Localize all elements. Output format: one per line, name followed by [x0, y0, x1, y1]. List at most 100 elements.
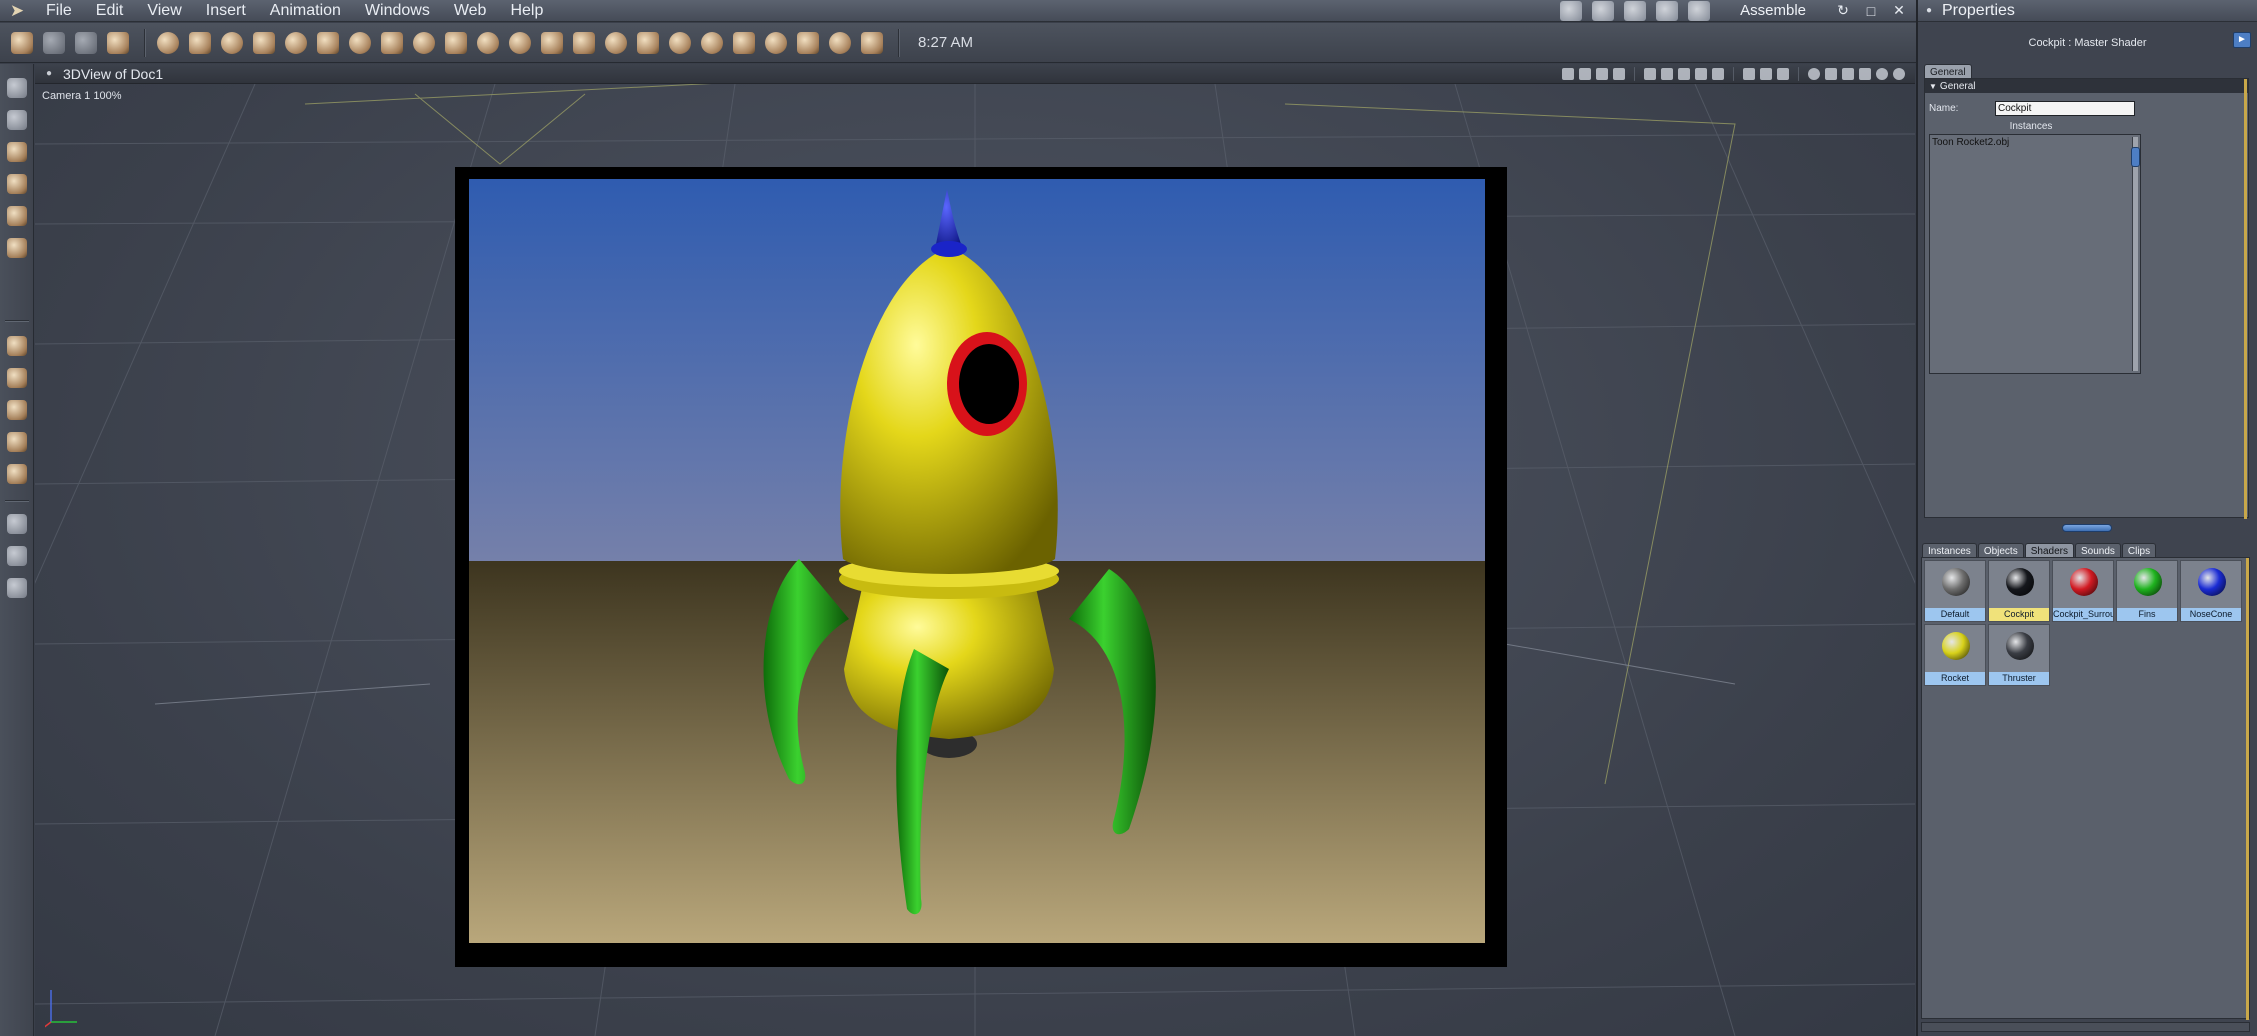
- menu-web[interactable]: Web: [442, 0, 499, 22]
- bowl-primitive-icon[interactable]: [666, 29, 694, 57]
- lights-icon[interactable]: [1808, 67, 1820, 80]
- camera-icon[interactable]: [5, 512, 29, 536]
- restore-icon[interactable]: ↻: [1834, 2, 1852, 19]
- rotate-gizmo-icon[interactable]: [5, 398, 29, 422]
- viewport-close-icon[interactable]: ●: [41, 68, 57, 79]
- text-primitive-icon[interactable]: [314, 29, 342, 57]
- shield-half-icon[interactable]: [1760, 67, 1772, 80]
- list-item[interactable]: Toon Rocket2.obj: [1930, 135, 2140, 150]
- box-bounds-icon[interactable]: [1825, 67, 1837, 80]
- shader-tile[interactable]: Default: [1924, 560, 1986, 622]
- camera-settings-icon[interactable]: [1562, 67, 1574, 80]
- solid-box-icon[interactable]: [1859, 67, 1871, 80]
- room-hand-icon[interactable]: [1560, 0, 1583, 21]
- wave-primitive-icon[interactable]: [442, 29, 470, 57]
- plane-primitive-icon[interactable]: [538, 29, 566, 57]
- panel-splitter[interactable]: [1916, 524, 2257, 532]
- wireframe-icon[interactable]: [1842, 67, 1854, 80]
- menu-view[interactable]: View: [135, 0, 193, 22]
- cylinder-primitive-icon[interactable]: [186, 29, 214, 57]
- sphere-primitive-icon[interactable]: [154, 29, 182, 57]
- shield-icon[interactable]: [1743, 67, 1755, 80]
- collapse-triangle-icon[interactable]: ▼: [1929, 82, 1937, 91]
- room-cube-icon[interactable]: [1688, 0, 1711, 21]
- splitter-handle[interactable]: [2061, 524, 2112, 532]
- shield-check-icon[interactable]: [1777, 67, 1789, 80]
- room-tool-icon[interactable]: [1592, 0, 1615, 21]
- camera-type-icon[interactable]: [1579, 67, 1591, 80]
- tree-primitive-icon[interactable]: [410, 29, 438, 57]
- room-pen-icon[interactable]: [1656, 0, 1679, 21]
- layout-split-v-icon[interactable]: [1678, 67, 1690, 80]
- rotate-tool-icon[interactable]: [5, 140, 29, 164]
- render-sphere-icon[interactable]: [1893, 67, 1905, 80]
- cluster-primitive-icon[interactable]: [506, 29, 534, 57]
- universal-gizmo-icon[interactable]: [5, 430, 29, 454]
- shaded-sphere-icon[interactable]: [1876, 67, 1888, 80]
- particle-primitive-icon[interactable]: [762, 29, 790, 57]
- layout-single-icon[interactable]: [1644, 67, 1656, 80]
- twist-tool-icon[interactable]: [5, 172, 29, 196]
- shape-tool-icon[interactable]: [5, 462, 29, 486]
- app-logo-icon[interactable]: ➤: [0, 0, 34, 22]
- menu-edit[interactable]: Edit: [84, 0, 136, 22]
- 3d-viewport[interactable]: ● 3DView of Doc1 Camera 1 100%: [35, 64, 1915, 1036]
- hand-primitive-icon[interactable]: [474, 29, 502, 57]
- shader-tile[interactable]: Fins: [2116, 560, 2178, 622]
- brush-tool-icon[interactable]: [72, 29, 100, 57]
- room-brush-icon[interactable]: [1624, 0, 1647, 21]
- camera-list-icon[interactable]: [1596, 67, 1608, 80]
- magnet-primitive-icon[interactable]: [602, 29, 630, 57]
- scale-gizmo-icon[interactable]: [5, 366, 29, 390]
- pan-hand-icon[interactable]: [5, 544, 29, 568]
- shader-tool-icon[interactable]: [104, 29, 132, 57]
- terrain-primitive-icon[interactable]: [378, 29, 406, 57]
- layout-triple-icon[interactable]: [1712, 67, 1724, 80]
- translate-gizmo-icon[interactable]: [5, 334, 29, 358]
- room-label[interactable]: Assemble: [1740, 2, 1806, 19]
- general-section-header[interactable]: ▼ General: [1925, 79, 2248, 93]
- menu-animation[interactable]: Animation: [258, 0, 353, 22]
- torus-primitive-icon[interactable]: [282, 29, 310, 57]
- layout-split-h-icon[interactable]: [1661, 67, 1673, 80]
- close-icon[interactable]: ✕: [1890, 2, 1908, 19]
- menu-file[interactable]: File: [34, 0, 84, 22]
- hand-tool-icon[interactable]: [40, 29, 68, 57]
- properties-close-icon[interactable]: ●: [1920, 5, 1938, 16]
- pipe-primitive-icon[interactable]: [250, 29, 278, 57]
- menu-insert[interactable]: Insert: [194, 0, 258, 22]
- target-primitive-icon[interactable]: [826, 29, 854, 57]
- move-tool-icon[interactable]: [5, 108, 29, 132]
- globe-primitive-icon[interactable]: [218, 29, 246, 57]
- magic-wand-icon[interactable]: [5, 204, 29, 228]
- shader-tile[interactable]: Cockpit: [1988, 560, 2050, 622]
- library-scrollbar[interactable]: [2246, 558, 2249, 1020]
- wrench-primitive-icon[interactable]: [858, 29, 886, 57]
- house-primitive-icon[interactable]: [634, 29, 662, 57]
- properties-menu-button[interactable]: ►: [2233, 32, 2251, 48]
- shader-tile[interactable]: NoseCone: [2180, 560, 2242, 622]
- agi-primitive-icon[interactable]: [570, 29, 598, 57]
- reset-view-icon[interactable]: [1613, 67, 1625, 80]
- lathe-primitive-icon[interactable]: [698, 29, 726, 57]
- layout-quad-icon[interactable]: [1695, 67, 1707, 80]
- shader-tile[interactable]: Cockpit_Surrou: [2052, 560, 2114, 622]
- maximize-icon[interactable]: □: [1862, 3, 1880, 19]
- name-field[interactable]: [1995, 101, 2135, 116]
- pen-tool-icon[interactable]: [8, 29, 36, 57]
- instances-scrollbar[interactable]: [2131, 137, 2140, 371]
- shader-tile[interactable]: Rocket: [1924, 624, 1986, 686]
- instances-scroll-thumb[interactable]: [2131, 147, 2140, 167]
- bones-primitive-icon[interactable]: [794, 29, 822, 57]
- link-tool-icon[interactable]: [5, 236, 29, 260]
- menu-windows[interactable]: Windows: [353, 0, 442, 22]
- properties-scrollbar[interactable]: [2244, 79, 2247, 519]
- zoom-icon[interactable]: [5, 576, 29, 600]
- gear-primitive-icon[interactable]: [346, 29, 374, 57]
- instances-list[interactable]: Toon Rocket2.obj: [1929, 134, 2141, 374]
- wand-primitive-icon[interactable]: [730, 29, 758, 57]
- render-frame[interactable]: [455, 167, 1507, 967]
- menu-help[interactable]: Help: [498, 0, 555, 22]
- select-arrow-icon[interactable]: [5, 76, 29, 100]
- shader-tile[interactable]: Thruster: [1988, 624, 2050, 686]
